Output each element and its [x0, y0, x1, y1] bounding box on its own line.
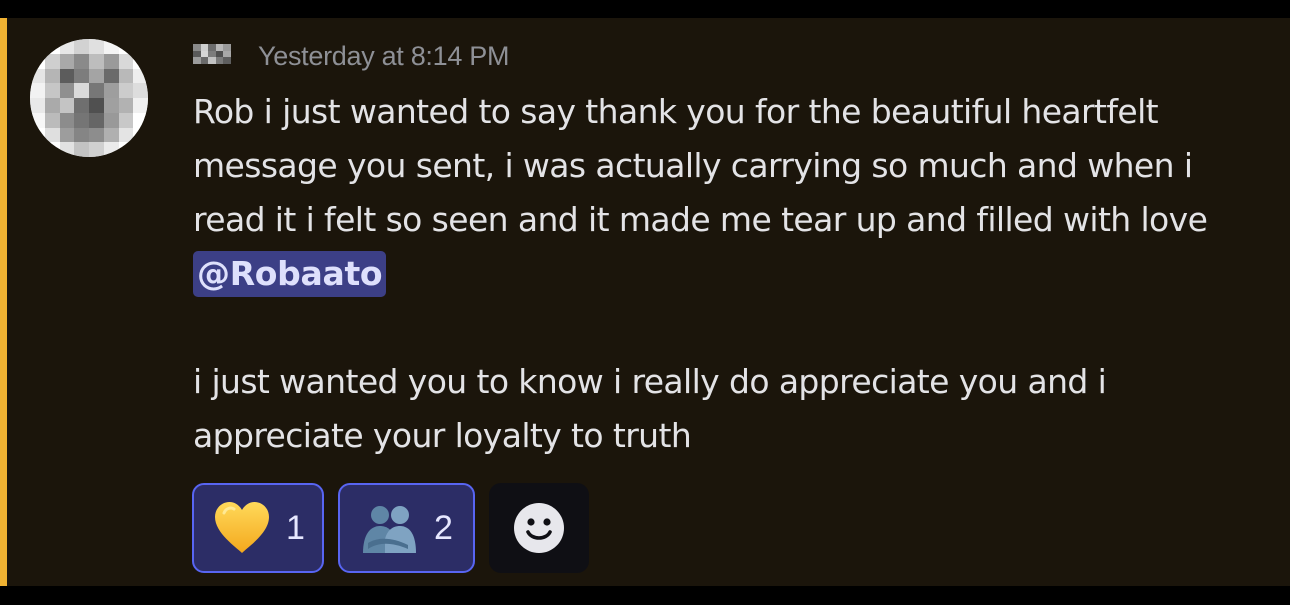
- reaction-yellow-heart[interactable]: 1: [192, 483, 324, 573]
- smiley-face-icon: [514, 503, 564, 553]
- message-text: Rob i just wanted to say thank you for t…: [193, 92, 1208, 239]
- redacted-username[interactable]: [193, 44, 231, 64]
- mention-highlight-bar: [0, 18, 7, 586]
- reactions-bar: 1 2: [192, 483, 589, 573]
- reaction-count: 2: [434, 508, 453, 547]
- avatar[interactable]: [30, 39, 148, 157]
- message-paragraph: i just wanted you to know i really do ap…: [193, 362, 1107, 455]
- reaction-people-hugging[interactable]: 2: [338, 483, 475, 573]
- add-reaction-button[interactable]: [489, 483, 589, 573]
- pixelated-avatar-image: [30, 39, 148, 157]
- reaction-count: 1: [286, 508, 305, 547]
- message-timestamp[interactable]: Yesterday at 8:14 PM: [258, 41, 509, 72]
- message-content: Rob i just wanted to say thank you for t…: [193, 85, 1273, 463]
- people-hugging-icon: [363, 506, 416, 553]
- message-container[interactable]: Yesterday at 8:14 PM Rob i just wanted t…: [0, 18, 1290, 586]
- message-paragraph: Rob i just wanted to say thank you for t…: [193, 85, 1273, 301]
- user-mention[interactable]: @Robaato: [193, 251, 387, 297]
- yellow-heart-icon: [215, 502, 269, 553]
